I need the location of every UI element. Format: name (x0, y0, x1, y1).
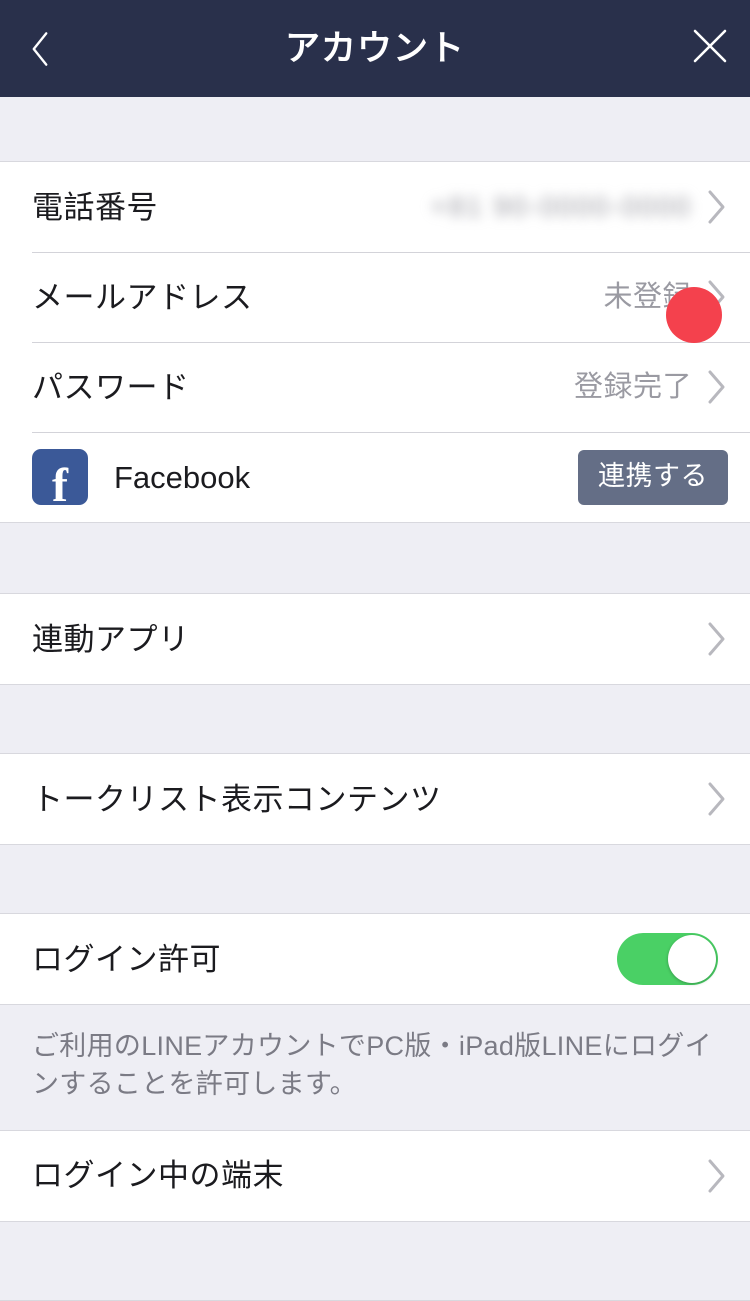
section-gap-bottom (0, 1220, 750, 1301)
row-label: ログイン許可 (32, 941, 221, 977)
row-label: パスワード (32, 369, 190, 405)
logged-in-devices-section: ログイン中の端末 (0, 1130, 750, 1221)
close-button[interactable] (670, 0, 750, 97)
chevron-right-icon (706, 621, 728, 657)
chevron-right-icon (706, 369, 728, 405)
row-facebook[interactable]: f Facebook 連携する (0, 432, 750, 522)
row-login-permission[interactable]: ログイン許可 (0, 914, 750, 1004)
facebook-icon: f (32, 449, 88, 505)
login-permission-note: ご利用のLINEアカウントでPC版・iPad版LINEにログインすることを許可し… (0, 1004, 750, 1131)
row-linked-apps[interactable]: 連動アプリ (0, 594, 750, 684)
section-gap-3 (0, 844, 750, 914)
facebook-link-button[interactable]: 連携する (578, 449, 728, 505)
password-status-value: 登録完了 (573, 370, 692, 403)
row-right: 未登録 (603, 279, 750, 315)
section-gap-1 (0, 522, 750, 594)
chevron-left-icon (29, 31, 51, 67)
row-phone-number[interactable]: 電話番号 +81 90-0000-0000 (0, 162, 750, 252)
row-right (706, 781, 750, 817)
chevron-right-icon (706, 279, 728, 315)
chevron-right-icon (706, 1158, 728, 1194)
row-right (706, 621, 750, 657)
row-label: ログイン中の端末 (32, 1158, 284, 1194)
back-button[interactable] (0, 0, 80, 97)
row-right (706, 1158, 750, 1194)
email-address-value: 未登録 (603, 280, 692, 313)
row-label: トークリスト表示コンテンツ (32, 781, 442, 817)
section-gap-2 (0, 684, 750, 754)
row-right: 登録完了 (574, 369, 750, 405)
app-header: アカウント (0, 0, 750, 97)
chevron-right-icon (706, 189, 728, 225)
login-permission-toggle[interactable] (617, 933, 718, 985)
account-section: 電話番号 +81 90-0000-0000 メールアドレス 未登録 パスワード … (0, 162, 750, 522)
row-talk-list-content[interactable]: トークリスト表示コンテンツ (0, 754, 750, 844)
row-label: 連動アプリ (32, 621, 190, 657)
chevron-right-icon (706, 781, 728, 817)
facebook-f-glyph: f (52, 459, 68, 506)
row-password[interactable]: パスワード 登録完了 (0, 342, 750, 432)
talk-list-section: トークリスト表示コンテンツ (0, 754, 750, 844)
phone-number-value-redacted: +81 90-0000-0000 (430, 191, 692, 222)
row-logged-in-devices[interactable]: ログイン中の端末 (0, 1130, 750, 1221)
row-right: +81 90-0000-0000 (430, 189, 750, 225)
row-label: 電話番号 (32, 189, 158, 225)
section-gap-top (0, 97, 750, 162)
linked-apps-section: 連動アプリ (0, 594, 750, 684)
facebook-label: Facebook (114, 459, 251, 495)
close-icon (690, 26, 730, 71)
row-email-address[interactable]: メールアドレス 未登録 (0, 252, 750, 342)
toggle-knob (668, 935, 716, 983)
row-label: メールアドレス (32, 279, 253, 315)
page-title: アカウント (284, 29, 465, 68)
note-text: ご利用のLINEアカウントでPC版・iPad版LINEにログインすることを許可し… (32, 1031, 712, 1100)
login-permission-section: ログイン許可 (0, 914, 750, 1004)
